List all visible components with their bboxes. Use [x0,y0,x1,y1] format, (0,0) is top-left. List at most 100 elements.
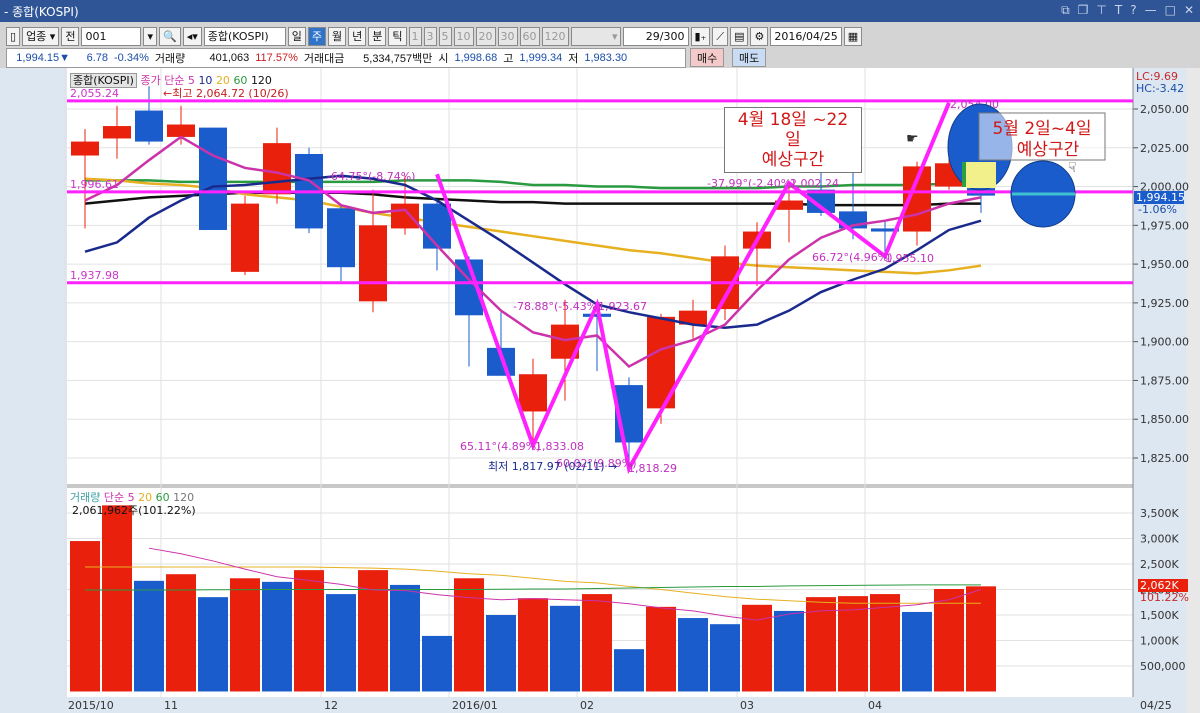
interval-custom-select[interactable]: ▾ [570,26,621,46]
volume-bar [262,581,292,692]
interval-120[interactable]: 120 [541,26,569,46]
toolbar: ▯ 업종 ▾ 전 001 ▾ 🔍 ◂▾ 종합(KOSPI) 일 주 월 년 분 … [6,26,863,46]
date-label: 2016/01 [452,699,498,712]
volume-bar [646,606,676,692]
candle-body [199,127,227,230]
date-input[interactable]: 2016/04/25 [770,26,842,46]
interval-30[interactable]: 30 [497,26,518,46]
level-label: 2,055.24 [70,87,119,100]
volume-tick-label: 2,500K [1140,558,1179,571]
kospi-weekly-chart[interactable]: 2,050.002,025.002,000.001,975.001,950.00… [0,0,1200,713]
current-price: 1,994.15▼ [7,52,73,64]
high-marker: ←최고 2,064.72 (10/26) [163,87,289,100]
low-label: 저 [568,53,579,65]
volume-label: 거래량 [154,53,186,65]
candle-body [423,203,451,249]
trendline-tool-icon[interactable]: ⟋ [712,26,729,46]
high-value: 1,999.34 [519,52,563,64]
interval-10[interactable]: 10 [453,26,474,46]
volume-bar [550,605,580,692]
forecast-may-line2: 예상구간 [1017,140,1080,160]
count-input[interactable]: 29/300 [622,26,689,46]
price-tick-label: 1,825.00 [1140,452,1189,465]
price-tick-label: 2,050.00 [1140,103,1189,116]
code-input[interactable]: 001 [81,26,142,46]
trend-annotation: -64.75°(-8.74%) [327,170,415,183]
prev-button[interactable]: 전 [61,26,80,46]
trend-annotation: 1,818.29 [628,462,677,475]
volume-bar [774,610,804,692]
right-scrollbar [1186,68,1200,713]
candle-body [519,374,547,412]
calendar-icon[interactable]: ▦ [843,26,863,46]
period-tick[interactable]: 틱 [388,26,407,46]
volume-bar [902,611,932,692]
trend-annotation: 65.11°(4.89%) [460,440,541,453]
interval-60[interactable]: 60 [519,26,540,46]
search-icon[interactable]: 🔍 [159,26,181,46]
volume-bar [102,505,132,692]
trend-annotation: 2,002.24 [790,177,839,190]
interval-20[interactable]: 20 [475,26,496,46]
volume-bar [518,598,548,692]
low-marker: 최저 1,817.97 (02/11) → [488,460,618,473]
candle-body [135,110,163,142]
volume-bar [294,570,324,692]
forecast-yellow-mark [966,162,996,188]
volume-bar [966,586,996,692]
sell-button[interactable]: 매도 [732,48,767,67]
volume-bar [934,588,964,692]
candle-body [263,143,291,195]
forecast-box-april[interactable]: 4월 18일 ~22일 예상구간 [724,107,862,173]
current-pct-tag: -1.06% [1138,203,1177,216]
volume-bar [198,597,228,692]
open-value: 1,998.68 [454,52,498,64]
volume-current: 2,061,962주(101.22%) [72,504,196,517]
forecast-april-line1: 4월 18일 ~22일 [737,110,849,150]
volume-bar [390,584,420,692]
price-tick-label: 1,975.00 [1140,219,1189,232]
volume-tick-label: 3,000K [1140,533,1179,546]
period-month[interactable]: 월 [328,26,347,46]
low-value: 1,983.30 [584,52,628,64]
legend-symbol[interactable]: 종합(KOSPI) [70,73,137,88]
date-label: 04 [868,699,882,712]
change-pct: -0.34% [114,52,149,64]
volume-pct-tag: 101.22% [1140,591,1189,604]
trend-annotation: -37.99°(-2.40%) [707,177,795,190]
volume-tick-label: 3,500K [1140,507,1179,520]
amount-value: 5,334,757백만 [363,53,433,65]
volume-bar [870,594,900,692]
code-dropdown-icon[interactable]: ▾ [143,26,157,46]
market-select[interactable]: 업종 ▾ [22,26,60,46]
price-tick-label: 1,850.00 [1140,413,1189,426]
level-label: 1,996.61 [70,178,119,191]
save-icon[interactable]: ▤ [730,26,749,46]
hand-pointer-icon: ☛ [906,131,919,147]
period-week[interactable]: 주 [307,26,326,46]
trend-annotation: 1,833.08 [535,440,584,453]
period-year[interactable]: 년 [348,26,367,46]
speaker-icon[interactable]: ◂▾ [182,26,202,46]
add-indicator-icon[interactable]: ▮₊ [690,26,711,46]
panel-toggle-icon[interactable]: ▯ [6,26,21,46]
trend-annotation: 1,955.10 [885,252,934,265]
buy-button[interactable]: 매수 [690,48,725,67]
price-tick-label: 1,950.00 [1140,258,1189,271]
change-value: 6.78 [86,52,108,64]
date-label: 03 [740,699,754,712]
candle-body [391,203,419,229]
interval-5[interactable]: 5 [438,26,452,46]
period-day[interactable]: 일 [287,26,306,46]
volume-value: 401,063 [209,52,250,64]
pane-splitter [67,484,1133,488]
forecast-may-line1: 5월 2일~4일 [992,119,1091,139]
volume-bar [454,578,484,692]
interval-3[interactable]: 3 [423,26,437,46]
period-minute[interactable]: 분 [368,26,387,46]
volume-bar [326,594,356,692]
settings-gear-icon[interactable]: ⚙ [750,26,769,46]
volume-bar [710,624,740,692]
interval-1[interactable]: 1 [408,26,422,46]
candle-body [167,124,195,137]
